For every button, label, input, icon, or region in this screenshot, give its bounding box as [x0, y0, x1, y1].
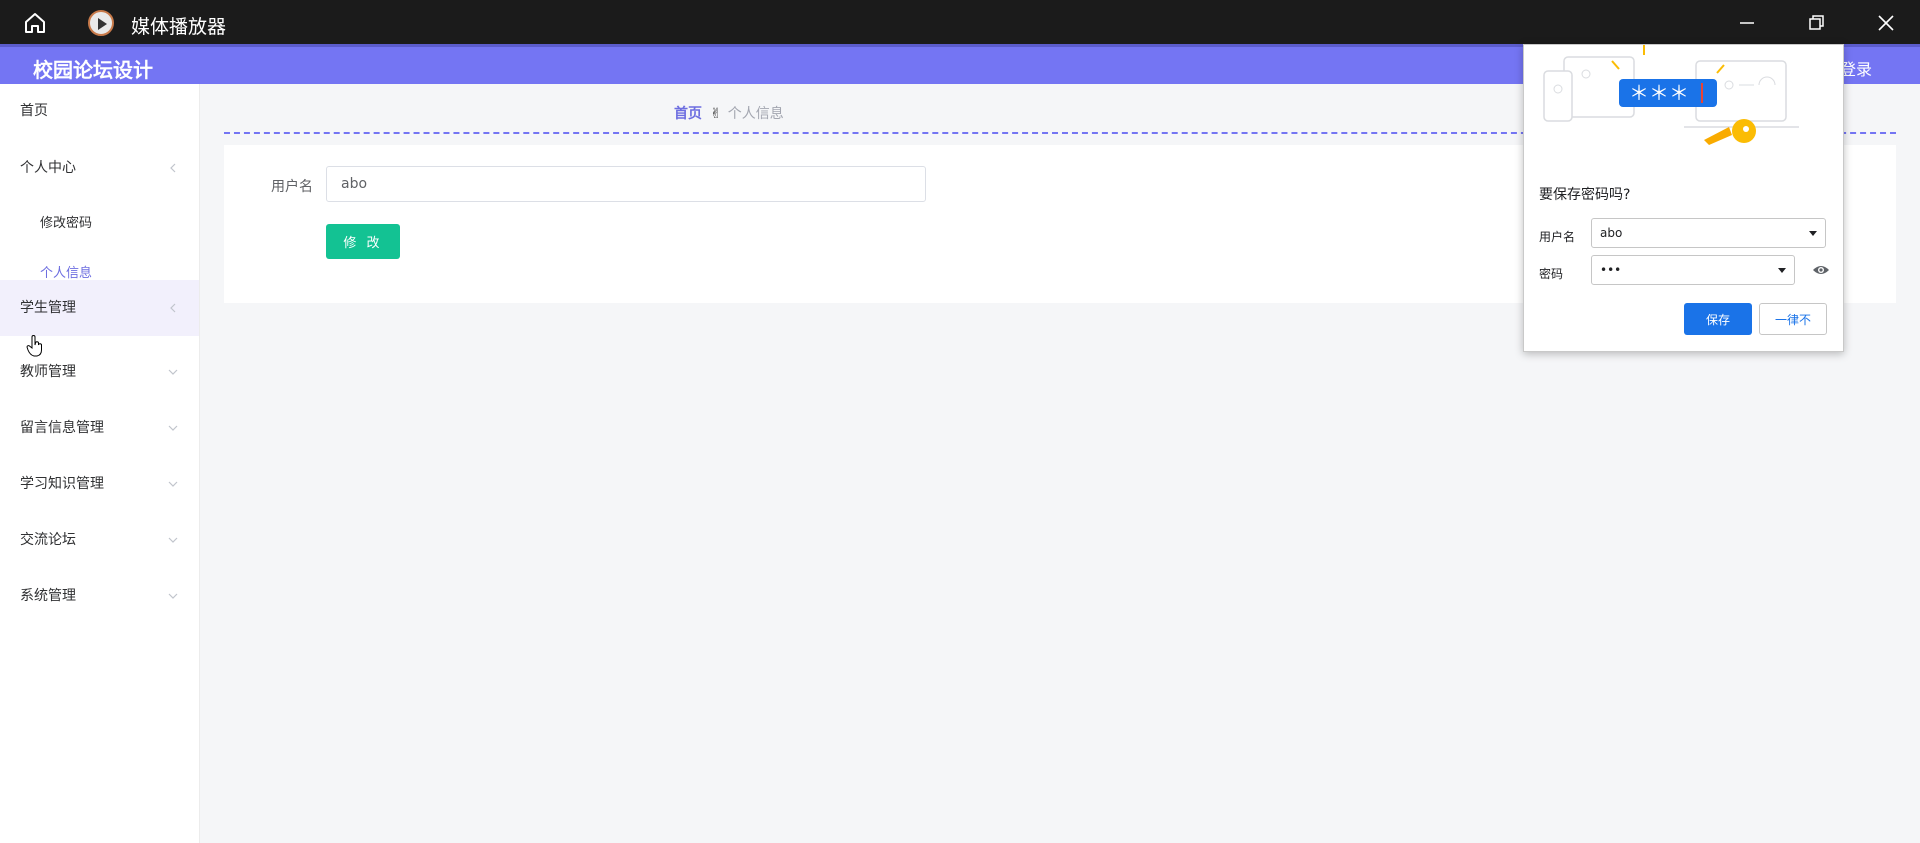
password-illustration: ＊＊＊ — [1543, 45, 1799, 145]
breadcrumb: 首页 ✌ 个人信息 — [674, 103, 784, 123]
chevron-down-icon — [168, 481, 178, 487]
site-title: 校园论坛设计 — [33, 58, 153, 82]
username-input[interactable] — [326, 166, 926, 202]
restore-icon[interactable] — [1803, 10, 1829, 36]
sidebar-item-label: 学生管理 — [20, 300, 76, 316]
popup-password-label: 密码 — [1539, 267, 1564, 281]
never-save-button[interactable]: 一律不 — [1759, 303, 1827, 335]
sidebar-item-label: 学习知识管理 — [20, 476, 104, 492]
window-titlebar: 媒体播放器 — [0, 0, 1920, 44]
login-link[interactable]: 登录 — [1840, 56, 1872, 80]
breadcrumb-home[interactable]: 首页 — [674, 106, 702, 122]
sidebar: 首页 个人中心 修改密码 个人信息 学生管理 教师管理 留言信息管理 学习知识管… — [0, 84, 200, 843]
media-player-icon — [88, 10, 114, 36]
popup-password-value: ••• — [1600, 263, 1622, 277]
home-icon[interactable] — [22, 10, 48, 36]
username-label: 用户名 — [271, 179, 313, 195]
popup-username-label: 用户名 — [1539, 230, 1576, 244]
sidebar-subitem-personal-info[interactable]: 个人信息 — [40, 262, 92, 281]
modify-button[interactable]: 修 改 — [326, 224, 400, 259]
chevron-left-icon — [170, 303, 176, 313]
chevron-down-icon — [168, 537, 178, 543]
chevron-left-icon — [170, 163, 176, 173]
sidebar-item-label: 系统管理 — [20, 588, 76, 604]
eye-icon[interactable] — [1812, 264, 1830, 276]
popup-username-select[interactable]: abo — [1591, 218, 1826, 248]
popup-password-select[interactable]: ••• — [1591, 255, 1795, 285]
chevron-down-icon — [168, 593, 178, 599]
sidebar-item-label: 交流论坛 — [20, 532, 76, 548]
popup-username-value: abo — [1600, 226, 1623, 240]
sidebar-subitem-change-password[interactable]: 修改密码 — [40, 212, 92, 231]
sidebar-item-label: 留言信息管理 — [20, 420, 104, 436]
save-password-button[interactable]: 保存 — [1684, 303, 1752, 335]
minimize-icon[interactable] — [1734, 10, 1760, 36]
popup-title: 要保存密码吗? — [1539, 187, 1631, 203]
sidebar-item-label: 教师管理 — [20, 364, 76, 380]
sidebar-item-label: 首页 — [20, 103, 48, 119]
password-stars: ＊＊＊ — [1629, 81, 1689, 105]
sidebar-item-label: 个人中心 — [20, 160, 76, 176]
dropdown-arrow-icon — [1778, 268, 1786, 273]
chevron-down-icon — [168, 369, 178, 375]
close-icon[interactable] — [1873, 10, 1899, 36]
breadcrumb-current: 个人信息 — [727, 106, 784, 122]
save-password-popup: ＊＊＊ 要保存密码吗? 用户名 abo 密码 ••• 保存 一律不 — [1523, 44, 1844, 352]
window-title: 媒体播放器 — [131, 16, 227, 38]
dropdown-arrow-icon — [1809, 231, 1817, 236]
hand-cursor-icon — [26, 335, 42, 357]
chevron-down-icon — [168, 425, 178, 431]
hand-icon: ✌ — [710, 106, 722, 122]
